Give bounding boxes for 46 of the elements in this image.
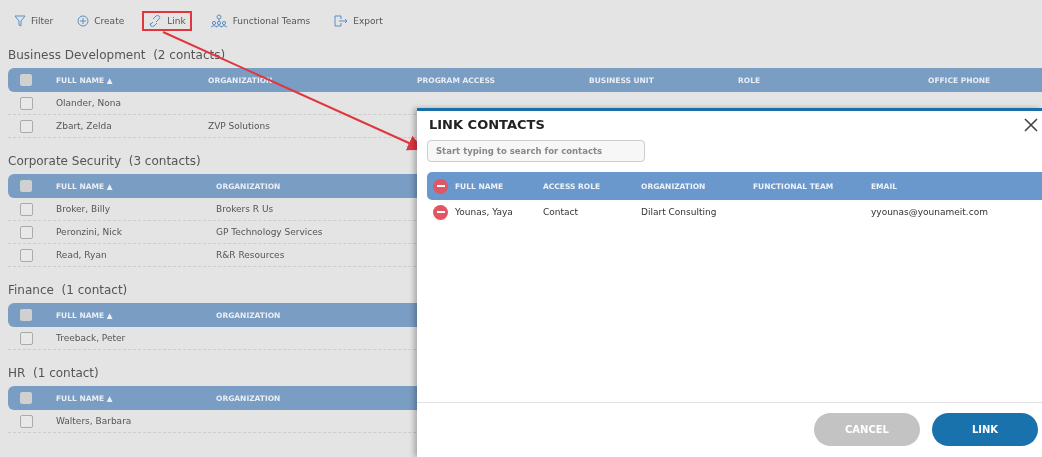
close-button[interactable] xyxy=(1024,117,1038,132)
table-cell: Walters, Barbara xyxy=(56,416,132,426)
table-cell: Peronzini, Nick xyxy=(56,227,122,237)
table-cell: GP Technology Services xyxy=(216,227,323,237)
row-checkbox[interactable] xyxy=(20,248,33,262)
row-checkbox[interactable] xyxy=(20,119,33,133)
table-cell: ZVP Solutions xyxy=(208,121,270,131)
people-network-icon xyxy=(209,14,228,28)
select-all-checkbox[interactable] xyxy=(20,392,32,404)
table-cell: Dilart Consulting xyxy=(641,207,717,217)
filter-icon xyxy=(14,15,26,27)
create-button[interactable]: Create xyxy=(71,11,131,31)
remove-button[interactable] xyxy=(433,204,448,220)
table-cell: Read, Ryan xyxy=(56,250,107,260)
search-field[interactable]: Start typing to search for contacts xyxy=(427,140,645,162)
select-all-checkbox[interactable] xyxy=(20,180,32,192)
link-button[interactable]: LINK xyxy=(932,413,1038,446)
export-icon xyxy=(334,15,349,27)
table-cell: Treeback, Peter xyxy=(56,333,126,343)
table-cell: Younas, Yaya xyxy=(455,207,513,217)
row-checkbox[interactable] xyxy=(20,96,33,110)
group-title: Corporate Security (3 contacts) xyxy=(8,153,201,170)
table-cell: Broker, Billy xyxy=(56,204,111,214)
row-checkbox[interactable] xyxy=(20,225,33,239)
link-button[interactable]: Link xyxy=(142,11,192,31)
select-all-checkbox[interactable] xyxy=(20,74,32,86)
table-cell: Brokers R Us xyxy=(216,204,274,214)
cancel-button[interactable]: CANCEL xyxy=(814,413,920,446)
teams-button[interactable]: Functional Teams xyxy=(203,10,317,32)
select-all-checkbox[interactable] xyxy=(20,309,32,321)
plus-circle-icon xyxy=(77,15,90,27)
dialog-title: LINK CONTACTS xyxy=(429,117,545,132)
remove-all-button[interactable] xyxy=(433,178,448,194)
group-title: HR (1 contact) xyxy=(8,365,99,382)
row-checkbox[interactable] xyxy=(20,202,33,216)
table-cell: Contact xyxy=(543,207,578,217)
export-button[interactable]: Export xyxy=(328,11,389,31)
table-cell: R&R Resources xyxy=(216,250,285,260)
group-title: Finance (1 contact) xyxy=(8,282,128,299)
row-checkbox[interactable] xyxy=(20,331,33,345)
filter-button[interactable]: Filter xyxy=(8,11,60,31)
table-cell: Olander, Nona xyxy=(56,98,121,108)
link-icon xyxy=(148,15,163,27)
table-cell: yyounas@younameit.com xyxy=(871,207,988,217)
row-checkbox[interactable] xyxy=(20,414,33,428)
table-cell: Zbart, Zelda xyxy=(56,121,112,131)
